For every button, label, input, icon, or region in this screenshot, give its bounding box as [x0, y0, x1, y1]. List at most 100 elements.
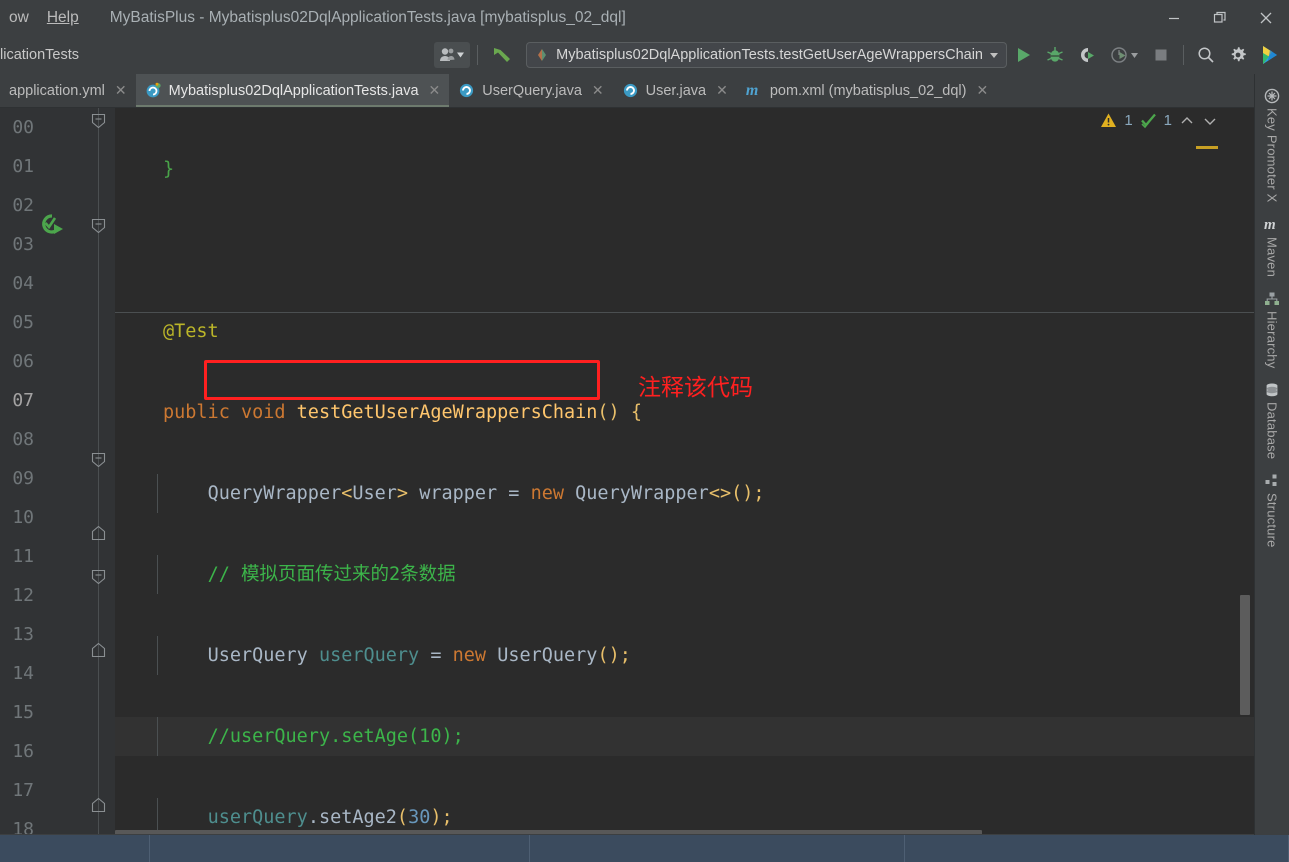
rail-item-database[interactable]: Database — [1264, 382, 1280, 459]
status-cell-4[interactable] — [905, 835, 1289, 862]
fold-collapse-icon — [91, 113, 106, 129]
debug-button[interactable] — [1040, 42, 1070, 68]
fold-collapse-icon — [91, 218, 106, 234]
inspection-widget[interactable]: 1 1 — [1100, 112, 1218, 129]
settings-button[interactable] — [1223, 42, 1253, 68]
tab-close-icon[interactable]: ✕ — [976, 82, 988, 99]
tab-user-java[interactable]: User.java ✕ — [613, 74, 737, 107]
run-config-icon — [538, 49, 547, 61]
rail-label: Hierarchy — [1264, 310, 1280, 369]
tab-label: application.yml — [9, 82, 105, 99]
line-number: 03 — [12, 234, 34, 255]
tab-label: User.java — [645, 82, 707, 99]
tab-application-yml[interactable]: application.yml ✕ — [0, 74, 136, 107]
profiler-button[interactable] — [1104, 42, 1144, 68]
code-line[interactable]: } — [115, 150, 1254, 189]
rail-label: Structure — [1264, 493, 1280, 548]
toolbar-separator-2 — [1183, 45, 1184, 65]
editor-gutter[interactable]: 00 01 02 03 04 05 06 07 08 09 10 11 12 1… — [0, 108, 115, 834]
window-title: MyBatisPlus - Mybatisplus02DqlApplicatio… — [109, 9, 626, 26]
status-cell-3[interactable] — [530, 835, 905, 862]
user-avatar-dropdown-button[interactable] — [434, 42, 471, 68]
fold-marker[interactable] — [91, 797, 106, 813]
status-cell-2[interactable] — [150, 835, 530, 862]
status-cell-1[interactable] — [0, 835, 150, 862]
fold-marker[interactable] — [91, 642, 106, 658]
rail-item-maven[interactable]: m Maven — [1264, 217, 1280, 277]
run-with-coverage-icon — [1081, 48, 1094, 62]
line-number: 11 — [12, 546, 34, 567]
fold-rail — [98, 108, 99, 834]
rail-item-key-promoter-x[interactable]: Key Promoter X — [1264, 88, 1280, 203]
code-line[interactable]: QueryWrapper<User> wrapper = new QueryWr… — [115, 474, 1254, 513]
stop-button[interactable] — [1146, 42, 1176, 68]
line-number: 00 — [12, 117, 34, 138]
toolbar-separator-1 — [477, 45, 479, 65]
minimize-button[interactable] — [1151, 0, 1197, 36]
run-with-coverage-button[interactable] — [1072, 42, 1102, 68]
tab-close-icon[interactable]: ✕ — [429, 82, 441, 99]
fold-marker[interactable] — [91, 569, 106, 585]
tab-close-icon[interactable]: ✕ — [592, 82, 604, 99]
ide-window: ow Help MyBatisPlus - Mybatisplus02DqlAp… — [0, 0, 1289, 862]
debug-icon — [1047, 47, 1063, 62]
menu-item-help[interactable]: Help — [38, 0, 88, 36]
line-number: 15 — [12, 702, 34, 723]
code-line-comment[interactable]: // 模拟页面传过来的2条数据 — [115, 555, 1254, 594]
code-line[interactable] — [115, 231, 1254, 270]
code-line[interactable]: UserQuery userQuery = new UserQuery(); — [115, 636, 1254, 675]
warning-triangle-icon — [1101, 113, 1117, 127]
tab-label: UserQuery.java — [482, 82, 582, 99]
line-number: 17 — [12, 780, 34, 801]
stop-icon — [1155, 49, 1167, 61]
window-controls — [1151, 0, 1289, 36]
run-configuration-selector[interactable]: Mybatisplus02DqlApplicationTests.testGet… — [526, 42, 1007, 68]
update-project-button[interactable] — [485, 42, 519, 68]
code-text[interactable]: } @Test public void testGetUserAgeWrappe… — [115, 108, 1254, 834]
rail-item-structure[interactable]: Structure — [1264, 473, 1280, 548]
fold-marker[interactable] — [91, 113, 106, 129]
search-button[interactable] — [1191, 42, 1221, 68]
error-stripe-marker[interactable] — [1196, 146, 1218, 149]
restore-button[interactable] — [1197, 0, 1243, 36]
update-project-icon — [494, 48, 511, 62]
annotation-note: 注释该代码 — [638, 375, 753, 401]
fold-marker[interactable] — [91, 452, 106, 468]
line-number: 09 — [12, 468, 34, 489]
line-number: 02 — [12, 195, 34, 216]
tab-userquery-java[interactable]: UserQuery.java ✕ — [449, 74, 612, 107]
tab-mybatisplus02dqlapplicationtests-java[interactable]: Mybatisplus02DqlApplicationTests.java ✕ — [135, 74, 450, 107]
user-avatar-dropdown-icon — [440, 48, 465, 61]
code-line[interactable]: @Test — [115, 312, 1254, 351]
ide-logo-button[interactable] — [1255, 42, 1285, 68]
tab-pom-xml[interactable]: m pom.xml (mybatisplus_02_dql) ✕ — [737, 74, 997, 107]
close-button[interactable] — [1243, 0, 1289, 36]
tab-close-icon[interactable]: ✕ — [716, 82, 728, 99]
chevron-up-icon[interactable] — [1179, 113, 1195, 129]
run-config-label: Mybatisplus02DqlApplicationTests.testGet… — [556, 47, 983, 63]
menu-item-help-label: Help — [46, 9, 79, 26]
tab-label: pom.xml (mybatisplus_02_dql) — [769, 82, 967, 99]
rail-item-hierarchy[interactable]: Hierarchy — [1264, 291, 1280, 368]
run-test-button[interactable] — [38, 213, 68, 246]
chevron-down-icon[interactable] — [1202, 113, 1218, 129]
line-number: 14 — [12, 663, 34, 684]
menu-item-window[interactable]: ow — [0, 0, 38, 36]
line-number: 10 — [12, 507, 34, 528]
fold-marker[interactable] — [91, 525, 106, 541]
line-number: 16 — [12, 741, 34, 762]
run-button[interactable] — [1008, 42, 1038, 68]
line-number: 01 — [12, 156, 34, 177]
fold-expand-icon — [91, 642, 106, 658]
menu-bar: ow Help — [0, 0, 88, 36]
code-editor[interactable]: 00 01 02 03 04 05 06 07 08 09 10 11 12 1… — [0, 108, 1254, 834]
tab-close-icon[interactable]: ✕ — [115, 82, 127, 99]
fold-marker[interactable] — [91, 218, 106, 234]
minimize-icon — [1169, 17, 1179, 20]
line-number: 08 — [12, 429, 34, 450]
run-test-success-icon — [42, 214, 63, 234]
green-check-icon — [1140, 113, 1156, 129]
code-line-commented-setage[interactable]: //userQuery.setAge(10); — [115, 717, 1254, 756]
editor-vertical-scrollbar[interactable] — [1240, 595, 1250, 715]
maven-m-icon: m — [1264, 216, 1276, 233]
